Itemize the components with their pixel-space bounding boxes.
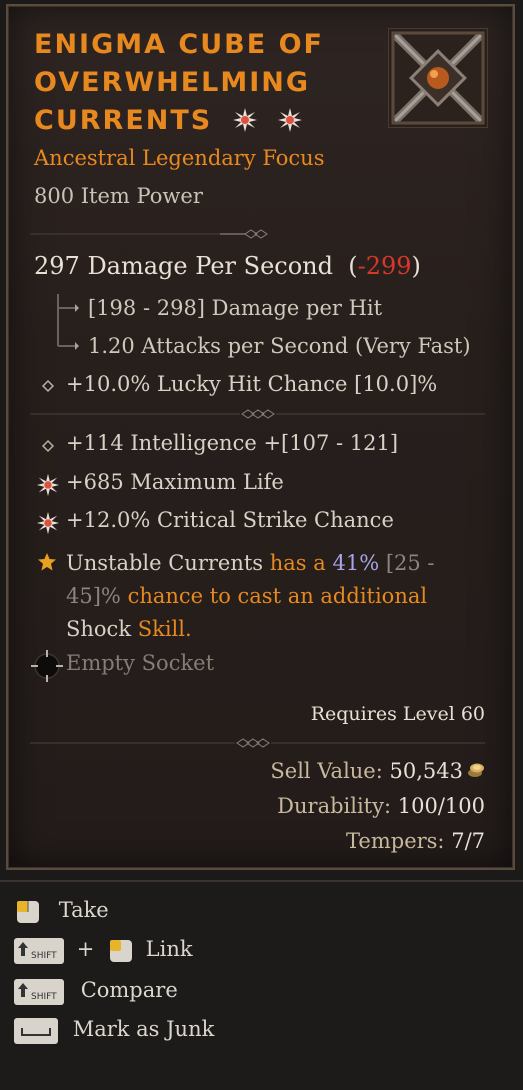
- link-label: Link: [145, 937, 193, 961]
- legendary-aspect: Unstable Currents has a 41% [25 - 45]% ch…: [66, 547, 446, 646]
- aspect-text-1: has a: [269, 551, 326, 575]
- affix-maximum-life: +685 Maximum Life: [66, 470, 284, 494]
- mouse-left-click-icon: [17, 900, 39, 923]
- take-label: Take: [58, 898, 109, 922]
- empty-socket-icon: [31, 650, 63, 682]
- shift-key-icon: SHIFT: [14, 937, 64, 964]
- spacebar-key-icon: [14, 1017, 58, 1044]
- shift-key-icon: SHIFT: [14, 978, 64, 1005]
- tempers: Tempers: 7/7: [346, 829, 485, 853]
- affix-critical-strike: +12.0% Critical Strike Chance: [66, 508, 394, 532]
- sell-label: Sell Value:: [270, 759, 383, 783]
- greater-affix-icon: [36, 511, 60, 535]
- item-power: 800 Item Power: [34, 184, 203, 208]
- diamond-bullet-icon: [41, 379, 55, 393]
- dps-delta: -299: [357, 252, 412, 280]
- sell-value: Sell Value: 50,543: [270, 759, 463, 783]
- compare-action[interactable]: SHIFT Compare: [14, 978, 178, 1008]
- item-type: Ancestral Legendary Focus: [34, 146, 325, 170]
- aspect-text-2: chance to cast an additional: [127, 584, 428, 608]
- tree-connector-icon: [57, 294, 79, 350]
- divider: [30, 409, 485, 419]
- durability-value: 100/100: [397, 794, 485, 818]
- compare-label: Compare: [80, 978, 178, 1002]
- svg-text:SHIFT: SHIFT: [31, 992, 57, 1002]
- aspect-value: 41%: [332, 551, 380, 575]
- sell-amount: 50,543: [389, 759, 463, 783]
- damage-per-second: 297 Damage Per Second (-299): [34, 252, 421, 280]
- damage-per-hit: [198 - 298] Damage per Hit: [88, 296, 383, 320]
- tempers-label: Tempers:: [346, 829, 445, 853]
- plus-sign: +: [76, 937, 95, 961]
- mouse-left-click-icon: [109, 939, 132, 962]
- tempers-value: 7/7: [451, 829, 485, 853]
- link-action[interactable]: SHIFT + Link: [14, 937, 193, 967]
- diamond-bullet-icon: [41, 439, 55, 453]
- implicit-affix: +10.0% Lucky Hit Chance [10.0]%: [66, 372, 438, 396]
- aspect-text-3: Shock: [66, 617, 132, 641]
- star-icon: [38, 553, 56, 571]
- aspect-name: Unstable Currents: [66, 551, 264, 575]
- divider: [30, 738, 485, 748]
- dps-open: (: [348, 252, 358, 280]
- greater-affix-icon: [232, 108, 257, 132]
- gold-coin-icon: [468, 763, 484, 777]
- divider: [30, 229, 268, 239]
- greater-affix-icon: [36, 473, 60, 497]
- attacks-per-second: 1.20 Attacks per Second (Very Fast): [88, 334, 471, 358]
- junk-label: Mark as Junk: [72, 1017, 215, 1041]
- empty-socket: Empty Socket: [66, 651, 215, 675]
- take-action[interactable]: Take: [14, 898, 109, 928]
- dps-close: ): [411, 252, 421, 280]
- action-bar: Take SHIFT + Link SHIFT Compare Mark as …: [0, 880, 523, 1090]
- item-name: Enigma Cube of Overwhelming Currents: [34, 26, 374, 140]
- aspect-range-b: 45]%: [66, 584, 121, 608]
- aspect-text-4: Skill.: [137, 617, 192, 641]
- durability: Durability: 100/100: [277, 794, 485, 818]
- svg-text:SHIFT: SHIFT: [31, 951, 57, 961]
- item-icon: [388, 28, 488, 128]
- required-level: Requires Level 60: [310, 703, 485, 725]
- durability-label: Durability:: [277, 794, 392, 818]
- greater-affix-icon: [278, 108, 303, 132]
- dps-value: 297 Damage Per Second: [34, 252, 333, 280]
- affix-intelligence: +114 Intelligence +[107 - 121]: [66, 431, 399, 455]
- aspect-range-a: [25 -: [385, 551, 435, 575]
- mark-junk-action[interactable]: Mark as Junk: [14, 1017, 214, 1047]
